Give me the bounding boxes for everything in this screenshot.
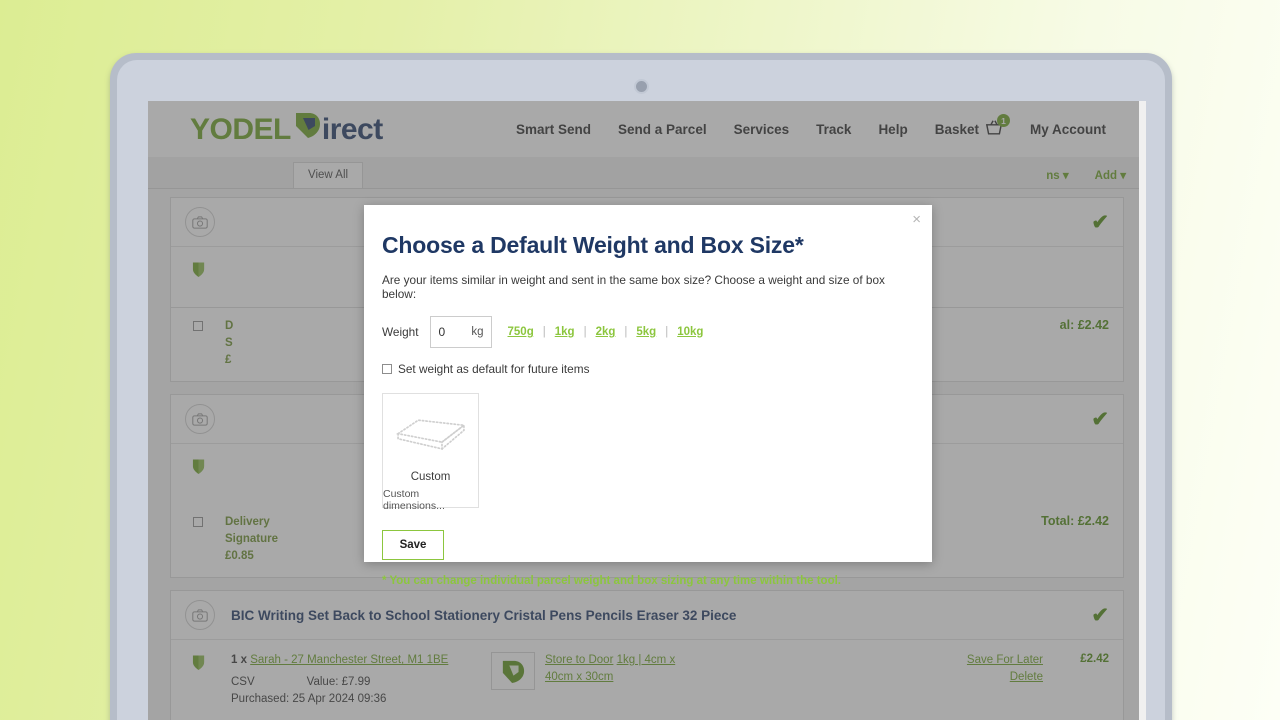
nav-item-send-a-parcel[interactable]: Send a Parcel [618, 122, 707, 137]
preset-separator: | [665, 326, 669, 338]
tab-strip: View All ns ▾ Add ▾ [148, 157, 1146, 189]
modal-title: Choose a Default Weight and Box Size* [382, 232, 804, 258]
weight-preset-1kg[interactable]: 1kg [555, 326, 575, 338]
option-label-line-1: Delivery [225, 516, 270, 528]
set-default-weight-row: Set weight as default for future items [382, 362, 912, 376]
basket-label: Basket [934, 121, 979, 137]
parcel-option-total: Total: £2.42 [1041, 514, 1109, 528]
save-button[interactable]: Save [382, 530, 444, 560]
option-label: Delivery Signature £0.85 [225, 514, 278, 565]
camera-placeholder-icon [185, 207, 215, 237]
shopping-basket-icon: 1 [985, 114, 1010, 139]
box-option-custom[interactable]: Custom Custom dimensions... [382, 393, 479, 512]
shield-icon [185, 259, 211, 278]
parcel-item-header: BIC Writing Set Back to School Stationer… [171, 591, 1123, 640]
yodel-direct-logo[interactable]: YODEL irect [190, 112, 383, 147]
weight-input[interactable]: 0 [431, 325, 472, 339]
service-name-link[interactable]: Store to Door [545, 654, 613, 666]
green-check-icon: ✔ [1091, 603, 1109, 627]
weight-preset-list: 750g | 1kg | 2kg | 5kg | 10kg [508, 326, 704, 338]
option-label-line-2: S [225, 337, 233, 349]
dashed-box-outline-icon [393, 408, 469, 461]
parcel-option-total: al: £2.42 [1059, 318, 1109, 332]
nav-item-my-account[interactable]: My Account [1030, 122, 1106, 137]
preset-separator: | [583, 326, 587, 338]
service-logo-icon [491, 652, 535, 690]
option-checkbox[interactable] [193, 517, 203, 527]
basket-count-badge: 1 [996, 114, 1010, 127]
parcel-item-title: BIC Writing Set Back to School Stationer… [231, 607, 737, 623]
parcel-item-address-block: 1 x Sarah - 27 Manchester Street, M1 1BE… [231, 652, 481, 708]
actions-dropdown-label: ns [1046, 170, 1060, 182]
option-label-line-2: Signature [225, 533, 279, 545]
default-weight-box-size-modal: × Choose a Default Weight and Box Size* … [364, 205, 932, 587]
option-label-line-3: £ [225, 354, 232, 366]
option-label-line-3: £0.85 [225, 550, 254, 562]
close-icon[interactable]: × [912, 212, 921, 227]
camera-placeholder-icon [185, 600, 215, 630]
tablet-camera-icon [634, 79, 649, 94]
service-details: Store to Door 1kg | 4cm x 40cm x 30cm [545, 652, 695, 686]
logo-text-direct: irect [321, 112, 383, 146]
actions-dropdown[interactable]: ns ▾ [1046, 168, 1068, 182]
shield-icon [185, 652, 211, 671]
weight-preset-2kg[interactable]: 2kg [596, 326, 616, 338]
camera-placeholder-icon [185, 404, 215, 434]
main-navigation: Smart Send Send a Parcel Services Track … [516, 114, 1106, 139]
green-check-icon: ✔ [1091, 407, 1109, 431]
browser-viewport: YODEL irect Smart Send Send a Parcel Ser… [148, 101, 1146, 720]
chevron-down-icon: ▾ [1062, 170, 1069, 182]
chevron-down-icon: ▾ [1120, 170, 1126, 182]
add-dropdown-label: Add [1094, 170, 1118, 182]
parcel-item-row: 1 x Sarah - 27 Manchester Street, M1 1BE… [171, 640, 1123, 720]
set-default-weight-label: Set weight as default for future items [398, 362, 590, 376]
parcel-item-price: £2.42 [1080, 653, 1109, 665]
box-size-options: Custom Custom dimensions... [382, 393, 912, 512]
add-dropdown[interactable]: Add ▾ [1095, 168, 1126, 182]
box-option-description: Custom dimensions... [383, 488, 445, 512]
box-option-name: Custom [410, 471, 451, 483]
parcel-item-source: CSV [231, 676, 255, 688]
weight-preset-5kg[interactable]: 5kg [636, 326, 656, 338]
site-header: YODEL irect Smart Send Send a Parcel Ser… [148, 101, 1146, 157]
parcel-item-purchased: Purchased: 25 Apr 2024 09:36 [231, 693, 387, 705]
preset-separator: | [542, 326, 546, 338]
delete-link[interactable]: Delete [933, 669, 1043, 686]
weight-preset-750g[interactable]: 750g [508, 326, 534, 338]
parcel-item-card: BIC Writing Set Back to School Stationer… [170, 590, 1124, 720]
weight-label: Weight [382, 325, 419, 339]
tab-strip-actions: ns ▾ Add ▾ [1046, 168, 1126, 182]
logo-text-yodel: YODEL [190, 112, 291, 146]
page-scrollbar[interactable] [1139, 101, 1146, 720]
tab-view-all[interactable]: View All [293, 162, 364, 188]
parcel-item-qty: 1 x [231, 654, 247, 666]
weight-preset-10kg[interactable]: 10kg [677, 326, 703, 338]
parcel-item-value: Value: £7.99 [306, 676, 371, 688]
nav-item-basket[interactable]: Basket 1 [934, 114, 1010, 139]
parcel-item-actions: Save For Later Delete [933, 652, 1043, 686]
tablet-bezel: YODEL irect Smart Send Send a Parcel Ser… [117, 60, 1165, 720]
green-check-icon: ✔ [1091, 210, 1109, 234]
nav-item-services[interactable]: Services [734, 122, 790, 137]
option-label-line-1: D [225, 320, 234, 332]
parcel-item-address-link[interactable]: Sarah - 27 Manchester Street, M1 1BE [250, 654, 448, 666]
weight-row: Weight 0 kg 750g | 1kg | 2kg | 5kg | 10k… [382, 316, 912, 348]
yodel-d-mark-icon [295, 112, 321, 139]
modal-footnote: * You can change individual parcel weigh… [382, 575, 842, 587]
weight-input-wrapper[interactable]: 0 kg [429, 316, 492, 348]
parcel-item-meta: CSV Value: £7.99 [231, 673, 481, 691]
shield-icon [185, 456, 211, 475]
modal-subtitle: Are your items similar in weight and sen… [382, 273, 885, 301]
option-checkbox[interactable] [193, 321, 203, 331]
preset-separator: | [624, 326, 628, 338]
nav-item-smart-send[interactable]: Smart Send [516, 122, 591, 137]
nav-item-track[interactable]: Track [816, 122, 851, 137]
save-for-later-link[interactable]: Save For Later [933, 652, 1043, 669]
nav-item-help[interactable]: Help [878, 122, 907, 137]
option-label: D S £ [225, 318, 233, 369]
tablet-device: YODEL irect Smart Send Send a Parcel Ser… [110, 53, 1172, 720]
weight-unit-label: kg [471, 326, 484, 338]
set-default-weight-checkbox[interactable] [382, 364, 392, 374]
